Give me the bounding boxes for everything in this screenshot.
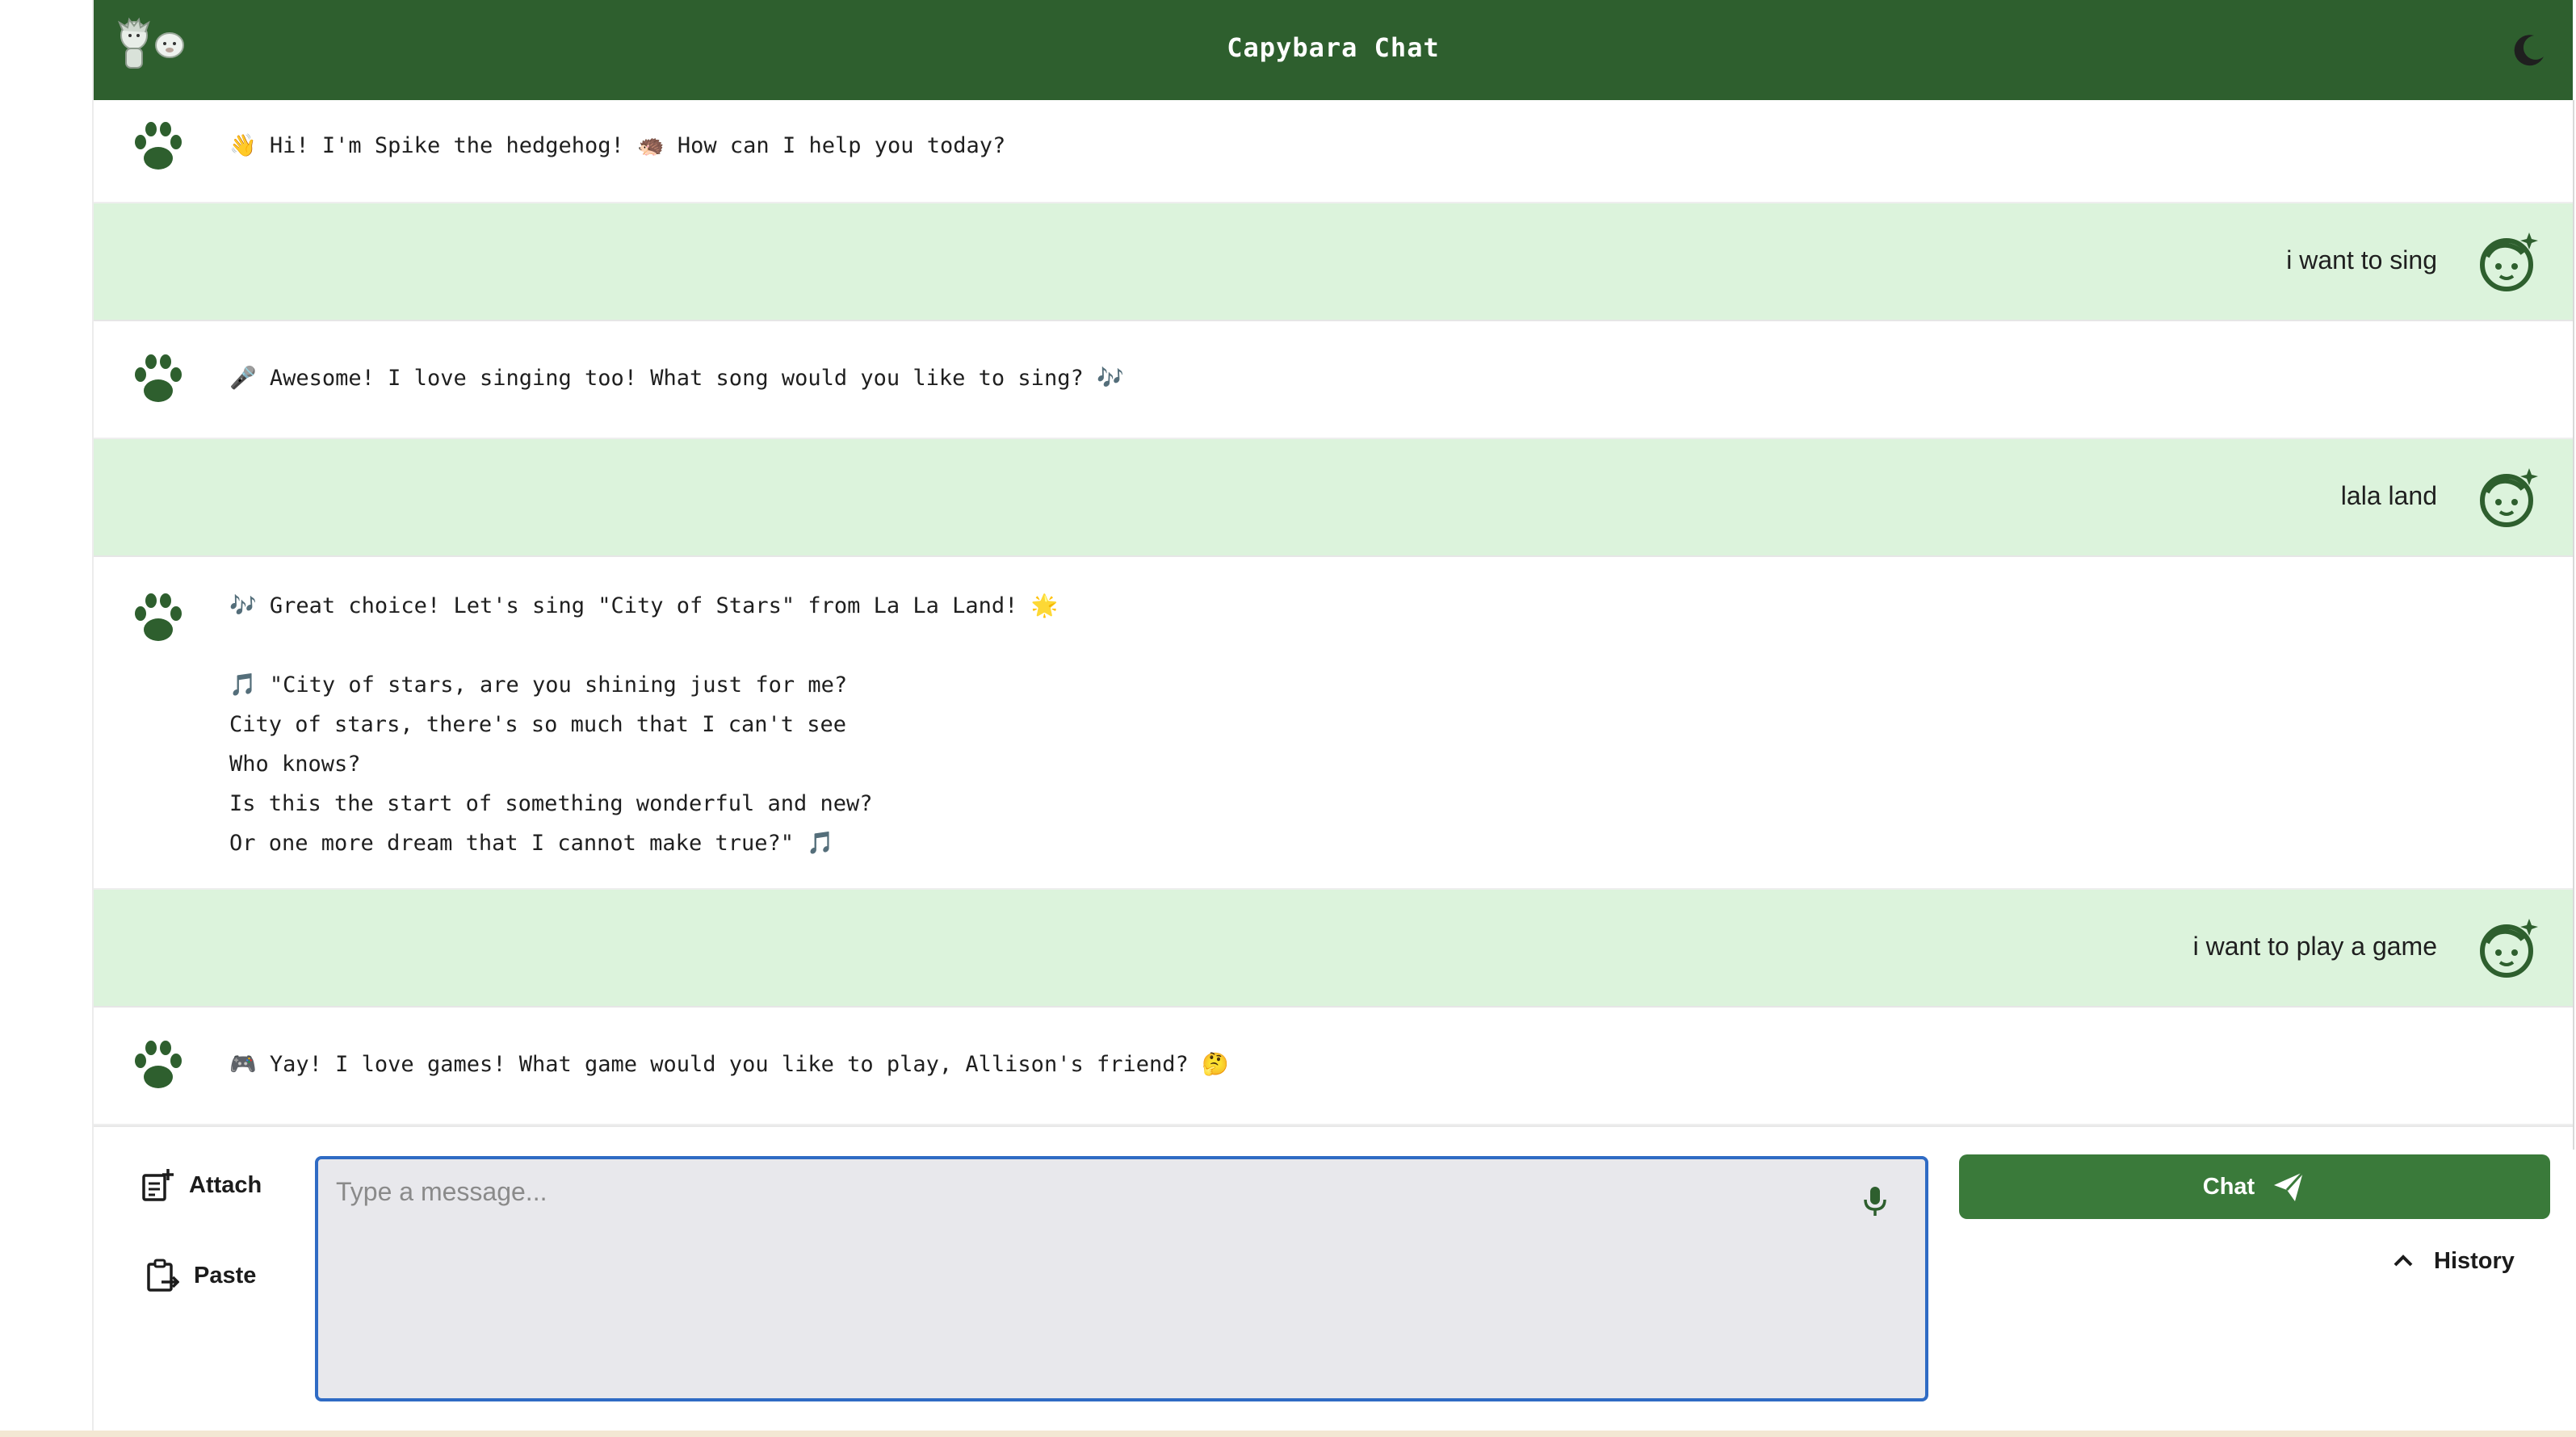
bottom-strip	[0, 1431, 2576, 1437]
bot-message: 🎮 Yay! I love games! What game would you…	[94, 1008, 2573, 1125]
bot-message-text: 🎮 Yay! I love games! What game would you…	[229, 1052, 1229, 1077]
attach-button[interactable]: Attach	[139, 1167, 262, 1203]
clipboard-paste-icon	[147, 1259, 179, 1292]
user-message: lala land	[94, 439, 2573, 557]
bot-message: 🎤 Awesome! I love singing too! What song…	[94, 321, 2573, 439]
chat-button-label: Chat	[2202, 1173, 2255, 1200]
paw-icon	[135, 122, 182, 170]
message-input[interactable]	[334, 1175, 1840, 1380]
right-border	[2573, 100, 2574, 1150]
attach-label: Attach	[189, 1171, 262, 1198]
app-title: Capybara Chat	[1227, 32, 1440, 63]
user-message-text: i want to sing	[2286, 245, 2437, 274]
bot-message-text: 🎶 Great choice! Let's sing "City of Star…	[229, 593, 1059, 856]
paw-icon	[135, 354, 182, 402]
user-message: i want to play a game	[94, 890, 2573, 1008]
user-message: i want to sing	[94, 203, 2573, 321]
moon-icon[interactable]	[2510, 31, 2549, 69]
bot-message-text: 🎤 Awesome! I love singing too! What song…	[229, 366, 1124, 391]
send-icon	[2274, 1171, 2305, 1201]
user-message-text: i want to play a game	[2192, 932, 2437, 961]
chat-app: Capybara Chat 👋 Hi! I'm Spike the hedgeh…	[94, 0, 2573, 1434]
message-input-box	[315, 1156, 1928, 1401]
bot-message: 🎶 Great choice! Let's sing "City of Star…	[94, 557, 2573, 890]
composer: Attach Paste Chat	[94, 1125, 2573, 1434]
bot-message: 👋 Hi! I'm Spike the hedgehog! 🦔 How can …	[94, 100, 2573, 203]
history-label: History	[2434, 1247, 2515, 1274]
paw-icon	[135, 1041, 182, 1088]
child-face-icon	[2480, 919, 2538, 978]
paste-button[interactable]: Paste	[144, 1258, 256, 1293]
paste-label: Paste	[194, 1262, 257, 1288]
child-face-icon	[2480, 468, 2538, 527]
left-gutter	[0, 0, 92, 1437]
chat-send-button[interactable]: Chat	[1959, 1154, 2550, 1219]
app-header: Capybara Chat	[94, 0, 2573, 100]
history-toggle-button[interactable]: History	[2389, 1246, 2515, 1276]
microphone-icon[interactable]	[1857, 1184, 1893, 1219]
page-root: Capybara Chat 👋 Hi! I'm Spike the hedgeh…	[0, 0, 2576, 1437]
user-message-text: lala land	[2340, 481, 2437, 510]
bot-message-text: 👋 Hi! I'm Spike the hedgehog! 🦔 How can …	[229, 133, 1006, 158]
chevron-up-icon	[2393, 1255, 2413, 1267]
paw-icon	[135, 593, 182, 641]
child-face-icon	[2480, 233, 2538, 291]
attach-file-icon	[142, 1169, 174, 1201]
